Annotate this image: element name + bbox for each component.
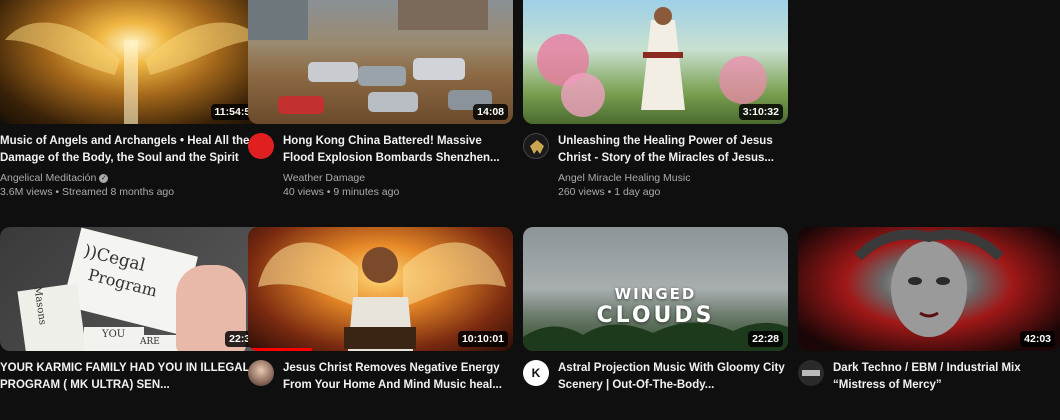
paper-note: Masons bbox=[17, 283, 87, 351]
channel-avatar[interactable] bbox=[523, 133, 549, 159]
video-title[interactable]: Jesus Christ Removes Negative Energy Fro… bbox=[283, 360, 513, 393]
channel-avatar[interactable] bbox=[798, 360, 824, 386]
paper-note-text: ARE bbox=[140, 337, 160, 347]
video-duration: 42:03 bbox=[1020, 331, 1055, 347]
video-title[interactable]: Astral Projection Music With Gloomy City… bbox=[558, 360, 788, 393]
video-thumbnail[interactable]: 10:10:01 bbox=[248, 227, 513, 351]
video-thumbnail[interactable]: 14:08 bbox=[248, 0, 513, 124]
video-card[interactable]: 42:03 Dark Techno / EBM / Industrial Mix… bbox=[798, 227, 1060, 393]
video-card[interactable]: 14:08 Hong Kong China Battered! Massive … bbox=[248, 0, 513, 199]
video-title[interactable]: Hong Kong China Battered! Massive Flood … bbox=[283, 133, 513, 166]
video-stats: 3.6M views • Streamed 8 months ago bbox=[0, 186, 175, 198]
channel-logo-icon bbox=[802, 370, 820, 376]
watch-progress-bar bbox=[248, 348, 312, 351]
video-duration: 22:28 bbox=[748, 331, 783, 347]
video-thumbnail[interactable]: 11:54:57 bbox=[0, 0, 265, 124]
video-title[interactable]: Music of Angels and Archangels • Heal Al… bbox=[0, 133, 265, 166]
channel-avatar[interactable] bbox=[248, 133, 274, 159]
video-duration: 10:10:01 bbox=[457, 331, 508, 347]
video-thumbnail[interactable]: 42:03 bbox=[798, 227, 1060, 351]
paper-note: ARE bbox=[130, 335, 180, 351]
video-card[interactable]: 11:54:57 Music of Angels and Archangels … bbox=[0, 0, 265, 199]
video-card[interactable]: 10:10:01 Jesus Christ Removes Negative E… bbox=[248, 227, 513, 393]
video-card[interactable]: 3:10:32 Unleashing the Healing Power of … bbox=[523, 0, 788, 199]
channel-name[interactable]: Angel Miracle Healing Music bbox=[558, 171, 788, 185]
channel-avatar[interactable] bbox=[248, 360, 274, 386]
video-title[interactable]: Unleashing the Healing Power of Jesus Ch… bbox=[558, 133, 788, 166]
video-duration: 14:08 bbox=[473, 104, 508, 120]
channel-avatar-letter: K bbox=[531, 366, 541, 380]
video-title[interactable]: YOUR KARMIC FAMILY HAD YOU IN ILLEGAL PR… bbox=[0, 360, 265, 393]
video-thumbnail[interactable]: WINGED CLOUDS 22:28 bbox=[523, 227, 788, 351]
channel-avatar[interactable]: K bbox=[523, 360, 549, 386]
video-duration: 3:10:32 bbox=[738, 104, 783, 120]
video-card[interactable]: WINGED CLOUDS 22:28 K Astral Projection … bbox=[523, 227, 788, 393]
channel-name-label[interactable]: Angelical Meditación bbox=[0, 172, 96, 184]
channel-name[interactable]: Angelical Meditación ✓ bbox=[0, 171, 265, 185]
video-thumbnail[interactable]: 3:10:32 bbox=[523, 0, 788, 124]
video-thumbnail[interactable]: ))Cegal Program Masons YOU ARE 22:34 bbox=[0, 227, 265, 351]
verified-check-icon: ✓ bbox=[99, 173, 109, 183]
video-stats: 40 views • 9 minutes ago bbox=[283, 186, 400, 198]
angel-emblem-icon bbox=[530, 140, 544, 154]
channel-name[interactable]: Weather Damage bbox=[283, 171, 513, 185]
video-card[interactable]: ))Cegal Program Masons YOU ARE 22:34 YOU… bbox=[0, 227, 265, 393]
paper-note-text: Masons bbox=[31, 285, 48, 326]
video-stats: 260 views • 1 day ago bbox=[558, 186, 661, 198]
video-title[interactable]: Dark Techno / EBM / Industrial Mix “Mist… bbox=[833, 360, 1060, 393]
